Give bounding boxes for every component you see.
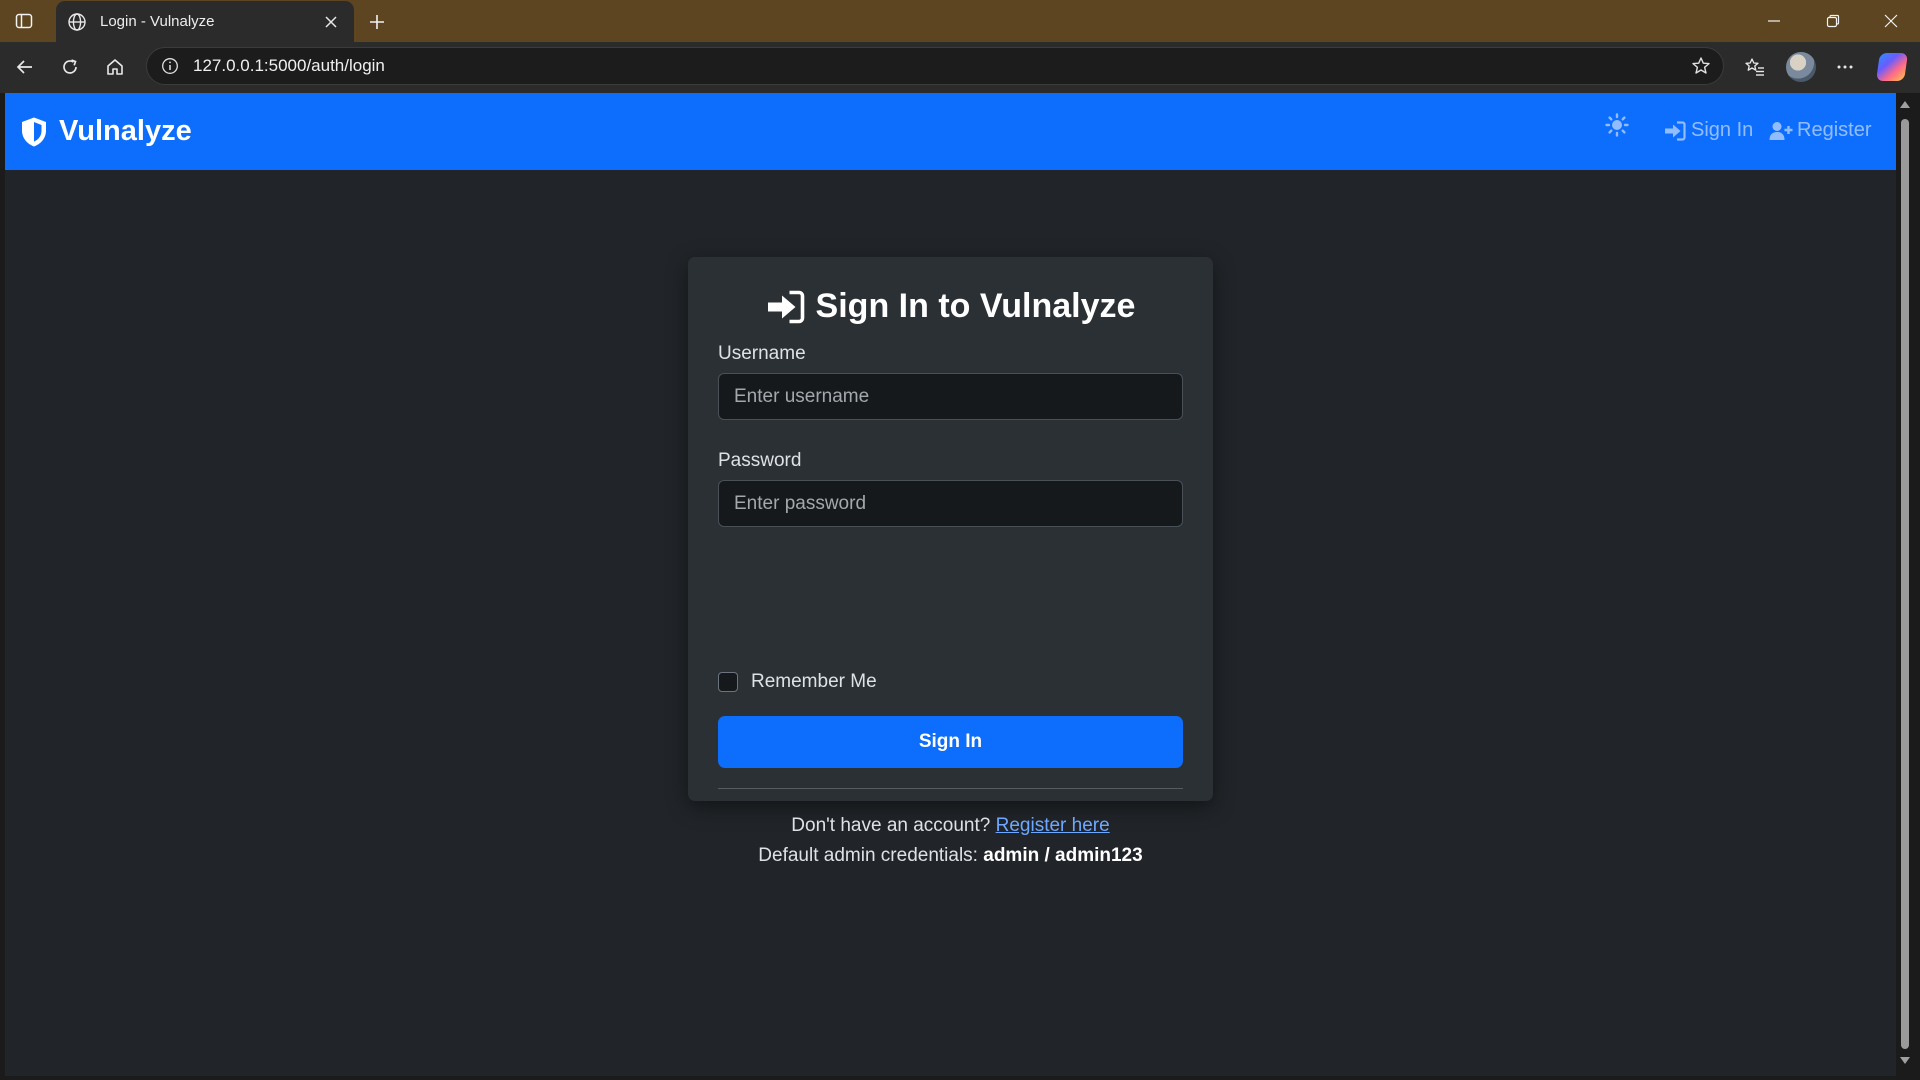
nav-register-link[interactable]: Register: [1769, 119, 1871, 142]
divider: [718, 788, 1183, 789]
page-scrollbar[interactable]: [1896, 93, 1915, 1076]
page-viewport: Vulnalyze Sign In Register Sign In to Vu…: [0, 93, 1920, 1080]
sun-icon[interactable]: [1604, 112, 1630, 138]
nav-register-label: Register: [1797, 119, 1872, 141]
navbar: Vulnalyze Sign In Register: [5, 93, 1896, 170]
remember-me-row[interactable]: Remember Me: [718, 671, 877, 693]
sidebar-toggle-icon[interactable]: [12, 9, 36, 33]
address-bar[interactable]: 127.0.0.1:5000/auth/login: [146, 47, 1724, 85]
remember-me-checkbox[interactable]: [718, 672, 738, 692]
login-title-text: Sign In to Vulnalyze: [815, 287, 1136, 325]
credentials-prompt: Default admin credentials:: [758, 845, 978, 866]
site-info-icon[interactable]: [159, 55, 181, 77]
minimize-icon[interactable]: [1745, 0, 1803, 42]
login-card: Sign In to Vulnalyze Username Password R…: [688, 257, 1213, 866]
shield-icon: [19, 116, 49, 148]
new-tab-icon[interactable]: [364, 9, 390, 35]
register-prompt: Don't have an account?: [791, 815, 991, 836]
home-icon[interactable]: [100, 52, 130, 82]
favorite-star-icon[interactable]: [1689, 54, 1713, 78]
brand-link[interactable]: Vulnalyze: [19, 115, 192, 148]
tab-close-icon[interactable]: [320, 11, 342, 33]
tab-title: Login - Vulnalyze: [100, 13, 215, 30]
register-here-link[interactable]: Register here: [996, 815, 1110, 836]
username-input[interactable]: [718, 373, 1183, 420]
scroll-up-arrow-icon[interactable]: [1900, 101, 1910, 108]
sign-in-button[interactable]: Sign In: [718, 716, 1183, 768]
favorites-list-icon[interactable]: [1740, 52, 1770, 82]
credentials-value: admin / admin123: [983, 845, 1143, 866]
password-input[interactable]: [718, 480, 1183, 527]
nav-sign-in-link[interactable]: Sign In: [1663, 119, 1753, 142]
login-title: Sign In to Vulnalyze: [688, 287, 1213, 326]
username-label: Username: [718, 343, 806, 364]
more-options-icon[interactable]: [1830, 52, 1860, 82]
default-credentials-line: Default admin credentials: admin / admin…: [688, 845, 1213, 867]
user-plus-icon: [1769, 120, 1793, 142]
browser-titlebar: Login - Vulnalyze: [0, 0, 1920, 42]
refresh-icon[interactable]: [55, 52, 85, 82]
sign-in-icon: [1663, 120, 1687, 142]
copilot-icon[interactable]: [1876, 53, 1908, 81]
page-body: Vulnalyze Sign In Register Sign In to Vu…: [5, 93, 1896, 1076]
browser-toolbar: 127.0.0.1:5000/auth/login: [0, 42, 1920, 93]
remember-me-label[interactable]: Remember Me: [751, 671, 877, 693]
nav-sign-in-label: Sign In: [1691, 119, 1754, 141]
register-prompt-line: Don't have an account? Register here: [688, 815, 1213, 837]
scroll-down-arrow-icon[interactable]: [1900, 1057, 1910, 1064]
sign-in-icon: [766, 289, 806, 325]
address-url[interactable]: 127.0.0.1:5000/auth/login: [193, 56, 1689, 76]
profile-avatar[interactable]: [1786, 52, 1816, 82]
close-window-icon[interactable]: [1862, 0, 1920, 42]
restore-icon[interactable]: [1804, 0, 1862, 42]
scrollbar-thumb[interactable]: [1901, 119, 1909, 1049]
globe-icon: [66, 11, 88, 33]
back-icon[interactable]: [10, 52, 40, 82]
brand-name: Vulnalyze: [59, 115, 192, 147]
password-label: Password: [718, 450, 802, 471]
browser-tab[interactable]: Login - Vulnalyze: [56, 1, 354, 42]
